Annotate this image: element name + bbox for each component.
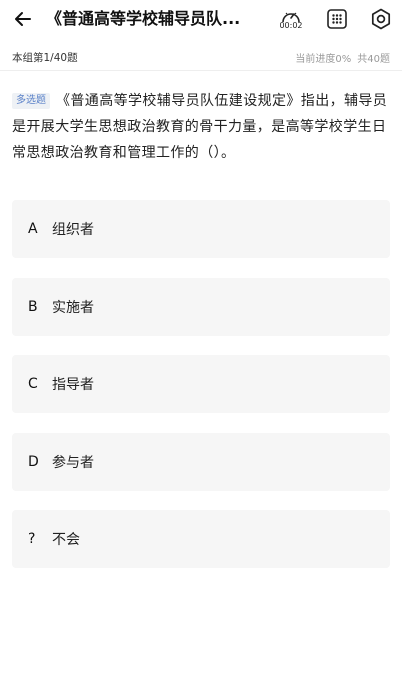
group-counter: 本组第1/40题 <box>12 52 78 64</box>
option-c[interactable]: C 指导者 <box>12 355 390 413</box>
progress-info: 当前进度0% 共40题 <box>295 50 390 65</box>
timer-button[interactable]: 00:02 <box>276 4 306 34</box>
answer-card-icon <box>327 9 347 29</box>
answer-card-button[interactable] <box>322 4 352 34</box>
question-stem: 多选题 《普通高等学校辅导员队伍建设规定》指出，辅导员是开展大学生思想政治教育的骨… <box>12 88 388 166</box>
option-text: 实施者 <box>52 300 94 316</box>
option-letter: A <box>28 221 38 237</box>
option-text: 组织者 <box>52 222 94 238</box>
settings-button[interactable] <box>366 4 396 34</box>
progress-bar: 本组第1/40题 当前进度0% 共40题 <box>0 44 402 71</box>
progress-percent: 当前进度0% <box>295 54 352 65</box>
page-title: 《普通高等学校辅导员队... <box>46 9 241 28</box>
option-d[interactable]: D 参与者 <box>12 433 390 491</box>
question-text: 《普通高等学校辅导员队伍建设规定》指出，辅导员是开展大学生思想政治教育的骨干力量… <box>12 93 388 161</box>
timer-text: 00:02 <box>279 21 303 30</box>
option-letter: ? <box>28 531 36 547</box>
settings-icon <box>371 8 391 30</box>
option-text: 指导者 <box>52 377 94 393</box>
option-letter: D <box>28 454 39 470</box>
top-bar: 《普通高等学校辅导员队... 00:02 <box>0 0 402 38</box>
option-text: 参与者 <box>52 455 94 471</box>
option-letter: C <box>28 376 38 392</box>
option-b[interactable]: B 实施者 <box>12 278 390 336</box>
option-a[interactable]: A 组织者 <box>12 200 390 258</box>
question-type-badge: 多选题 <box>12 93 50 109</box>
option-text: 不会 <box>52 532 80 548</box>
option-unknown[interactable]: ? 不会 <box>12 510 390 568</box>
back-arrow-icon[interactable] <box>10 6 36 32</box>
total-count: 共40题 <box>357 54 390 65</box>
option-letter: B <box>28 299 38 315</box>
